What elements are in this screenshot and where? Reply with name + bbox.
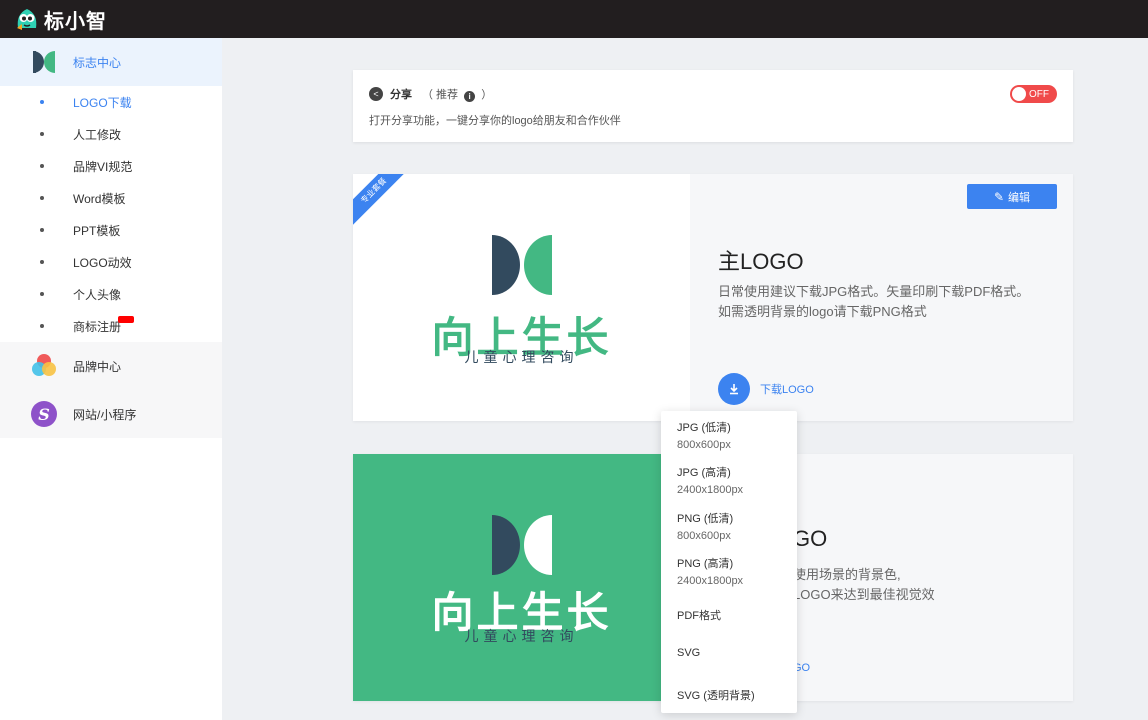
sidebar-item-label: PPT模板: [73, 223, 121, 238]
sidebar-item-brand-vi[interactable]: 品牌VI规范: [0, 150, 222, 182]
sidebar-group-label: 标志中心: [73, 55, 122, 70]
download-icon: [718, 373, 750, 405]
menu-item-png-high[interactable]: PNG (高清) 2400x1800px: [677, 555, 743, 587]
sidebar-item-label: 品牌VI规范: [73, 159, 133, 174]
download-logo-button[interactable]: 下载LOGO: [718, 373, 814, 405]
toggle-label: OFF: [1029, 88, 1049, 100]
logo-subtitle: 儿童心理咨询: [464, 349, 579, 365]
logo-preview-green: 向上生长 儿童心理咨询: [353, 454, 690, 701]
card-description: 日常使用建议下载JPG格式。矢量印刷下载PDF格式。 如需透明背景的logo请下…: [718, 284, 1030, 319]
sidebar-group-label: 品牌中心: [73, 359, 122, 374]
info-icon[interactable]: i: [464, 91, 476, 102]
card-description: 使用场景的背景色,: [793, 567, 901, 582]
share-icon: <: [369, 87, 383, 101]
sidebar-item-ppt-template[interactable]: PPT模板: [0, 214, 222, 246]
share-title: 分享: [390, 89, 412, 101]
sidebar-item-label: 个人头像: [73, 287, 122, 302]
new-badge: [118, 316, 134, 323]
sidebar-item-avatar[interactable]: 个人头像: [0, 278, 222, 310]
share-toggle[interactable]: OFF: [1010, 85, 1057, 103]
sidebar-group-logo-center[interactable]: 标志中心: [0, 38, 222, 86]
sidebar-group-brand-center[interactable]: 品牌中心: [0, 342, 222, 390]
share-description: 打开分享功能，一键分享你的logo给朋友和合作伙伴: [369, 115, 621, 127]
share-card: < 分享 （ 推荐 i ） 打开分享功能，一键分享你的logo给朋友和合作伙伴 …: [353, 70, 1073, 142]
website-icon: S: [30, 400, 58, 428]
card-title: GO: [793, 526, 828, 551]
sidebar: 标志中心 LOGO下载 人工修改 品牌VI规范 Word模板 PPT模板 LOG…: [0, 38, 222, 720]
top-bar: 标小智: [0, 0, 1148, 38]
sidebar-item-trademark[interactable]: 商标注册: [0, 310, 222, 342]
sidebar-item-logo-download[interactable]: LOGO下载: [0, 86, 222, 118]
main-logo-card: 专业套餐 向上生长 儿童心理咨询 ✎ 编辑 主LOGO 日常使用建议下载JPG格…: [353, 174, 1073, 421]
logo-mark-icon: [492, 235, 552, 295]
sidebar-item-label: LOGO下载: [73, 95, 132, 110]
recommend-label: （ 推荐 i ）: [422, 89, 493, 102]
sidebar-item-label: 人工修改: [73, 127, 122, 142]
menu-item-svg-transparent[interactable]: SVG (透明背景): [677, 687, 755, 703]
menu-item-svg[interactable]: SVG: [677, 647, 700, 659]
card-description: LOGO来达到最佳视觉效: [793, 587, 935, 602]
menu-item-png-low[interactable]: PNG (低清) 800x600px: [677, 510, 733, 542]
logo-mark-icon: [492, 515, 552, 575]
menu-item-pdf[interactable]: PDF格式: [677, 607, 721, 623]
brand-center-icon: [30, 352, 58, 380]
download-format-menu: JPG (低清) 800x600px JPG (高清) 2400x1800px …: [661, 411, 797, 713]
brand-mascot-icon[interactable]: [14, 6, 40, 32]
sidebar-item-manual-edit[interactable]: 人工修改: [0, 118, 222, 150]
card-title: 主LOGO: [718, 249, 804, 274]
svg-text:S: S: [38, 405, 50, 424]
sidebar-item-label: LOGO动效: [73, 255, 132, 270]
logo-preview-white: 专业套餐 向上生长 儿童心理咨询: [353, 174, 690, 421]
edit-button[interactable]: ✎ 编辑: [967, 184, 1057, 209]
toggle-knob: [1012, 87, 1026, 101]
logo-subtitle: 儿童心理咨询: [464, 628, 579, 644]
brand-name[interactable]: 标小智: [44, 5, 107, 34]
sidebar-group-website[interactable]: S 网站/小程序: [0, 390, 222, 438]
sidebar-item-label: 商标注册: [73, 319, 122, 334]
sidebar-item-logo-animation[interactable]: LOGO动效: [0, 246, 222, 278]
sidebar-group-label: 网站/小程序: [73, 407, 137, 422]
menu-item-jpg-high[interactable]: JPG (高清) 2400x1800px: [677, 464, 743, 496]
share-header: < 分享 （ 推荐 i ）: [369, 86, 492, 102]
sidebar-item-word-template[interactable]: Word模板: [0, 182, 222, 214]
pro-package-ribbon: 专业套餐: [353, 174, 411, 228]
sidebar-item-label: Word模板: [73, 191, 126, 206]
logo-center-icon: [30, 48, 58, 76]
menu-item-jpg-low[interactable]: JPG (低清) 800x600px: [677, 419, 731, 451]
pencil-icon: ✎: [993, 189, 1005, 204]
